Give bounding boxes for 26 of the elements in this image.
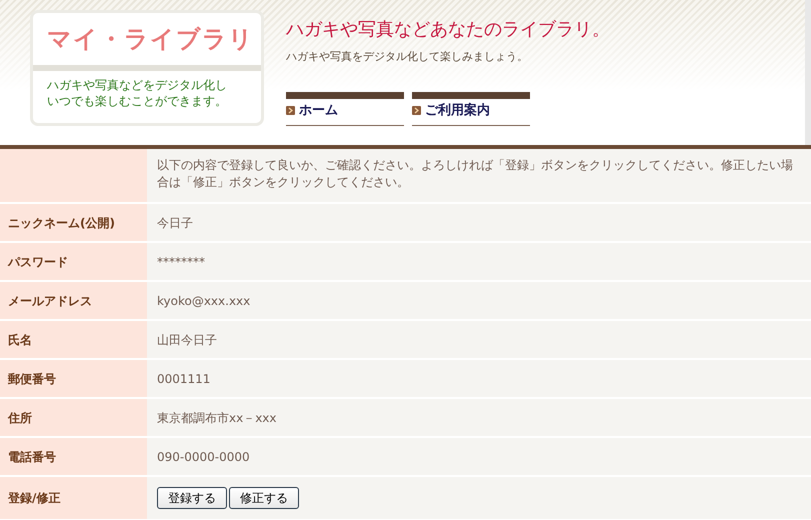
field-value: 山田今日子 (147, 321, 811, 358)
logo-caption: ハガキや写真などをデジタル化し いつでも楽しむことができます。 (46, 77, 228, 109)
nav-link[interactable]: ホーム (286, 92, 404, 126)
form-button[interactable]: 修正する (229, 487, 299, 509)
field-label: 登録/修正 (0, 477, 147, 519)
field-value: 今日子 (147, 204, 811, 241)
arrow-icon (286, 106, 295, 115)
field-label: 住所 (0, 399, 147, 436)
field-label: 氏名 (0, 321, 147, 358)
intro-text: 以下の内容で登録して良いか、ご確認ください。よろしければ「登録」ボタンをクリックしてください。修正したい場合は「修正」ボタンをクリックしてください。 (147, 149, 811, 202)
field-label: メールアドレス (0, 282, 147, 319)
field-value: 0001111 (147, 360, 811, 397)
field-value: 東京都調布市xx－xxx (147, 399, 811, 436)
field-label: 郵便番号 (0, 360, 147, 397)
nav-link[interactable]: ご利用案内 (412, 92, 530, 126)
field-label: 電話番号 (0, 438, 147, 475)
logo-title: マイ・ライブラリ (47, 24, 254, 55)
field-label: パスワード (0, 243, 147, 280)
form-button[interactable]: 登録する (157, 487, 227, 509)
field-value: kyoko@xxx.xxx (147, 282, 811, 319)
headline: ハガキや写真などあなたのライブラリ。 (286, 18, 610, 42)
field-label: ニックネーム(公開) (0, 204, 147, 241)
subline: ハガキや写真をデジタル化して楽しみましょう。 (286, 49, 529, 65)
field-value: 090-0000-0000 (147, 438, 811, 475)
field-value: ******** (147, 243, 811, 280)
arrow-icon (412, 106, 421, 115)
